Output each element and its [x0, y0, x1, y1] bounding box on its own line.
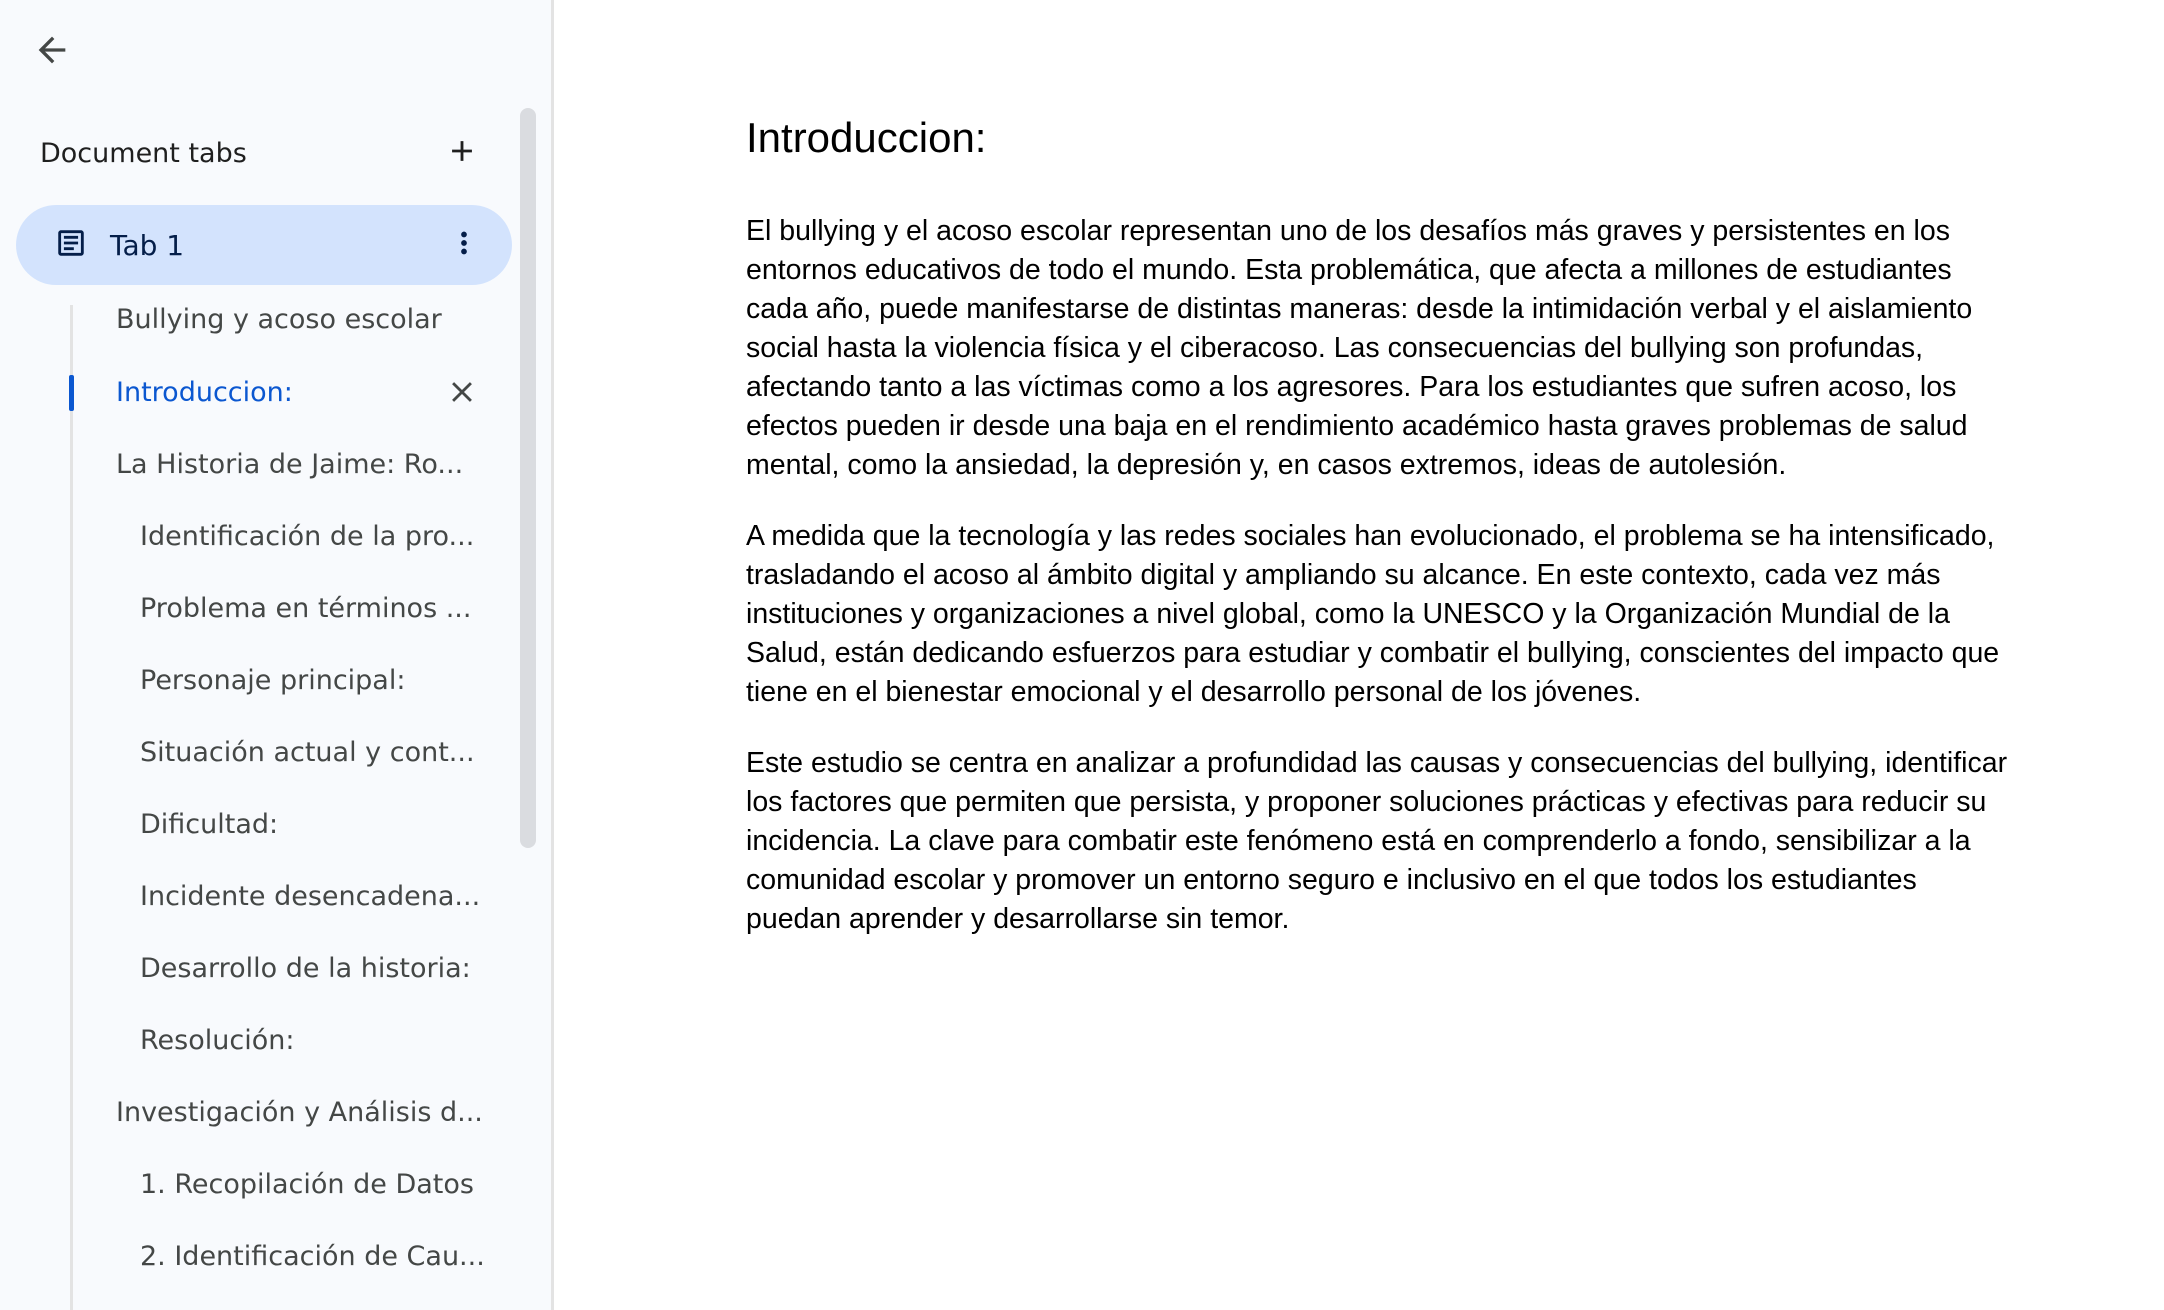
outline-item-investigacion[interactable]: Investigación y Análisis d... [116, 1092, 483, 1132]
outline-item-problema[interactable]: Problema en términos ... [140, 588, 471, 628]
outline-item-resolucion[interactable]: Resolución: [140, 1020, 294, 1060]
tab-options-button[interactable] [436, 217, 492, 273]
outline-item-bullying[interactable]: Bullying y acoso escolar [116, 299, 442, 339]
sidebar-header: Document tabs [40, 128, 490, 178]
sidebar-scrollbar[interactable] [520, 108, 536, 848]
outline-item-identificacion-causas[interactable]: 2. Identificación de Cau... [140, 1236, 485, 1276]
outline-item-desarrollo[interactable]: Desarrollo de la historia: [140, 948, 471, 988]
tab-label: Tab 1 [110, 228, 185, 262]
document-heading: Introduccion: [746, 114, 987, 161]
document-paragraph: El bullying y el acoso escolar represent… [746, 215, 1973, 481]
document-paragraph: A medida que la tecnología y las redes s… [746, 520, 2000, 708]
document-icon [54, 226, 88, 265]
outline-item-historia-jaime[interactable]: La Historia de Jaime: Ro... [116, 444, 463, 484]
document-body[interactable]: Introduccion: El bullying y el acoso esc… [746, 108, 2010, 971]
sidebar-title: Document tabs [40, 137, 247, 169]
document-paragraph: Este estudio se centra en analizar a pro… [746, 747, 2008, 935]
docs-app: Document tabs Tab 1 Bullying y acoso esc… [0, 0, 2164, 1310]
outline-item-dificultad[interactable]: Dificultad: [140, 804, 278, 844]
outline-close-button[interactable] [436, 368, 488, 420]
outline-item-identificacion[interactable]: Identificación de la pro... [140, 516, 474, 556]
outline-item-incidente[interactable]: Incidente desencadena... [140, 876, 480, 916]
outline-item-situacion[interactable]: Situación actual y cont... [140, 732, 475, 772]
tab-1[interactable]: Tab 1 [16, 205, 512, 285]
document-tabs-sidebar: Document tabs Tab 1 Bullying y acoso esc… [0, 0, 554, 1310]
outline-item-introduccion[interactable]: Introduccion: [116, 372, 293, 412]
back-button[interactable] [20, 20, 84, 84]
add-tab-button[interactable] [434, 125, 490, 181]
outline-item-personaje[interactable]: Personaje principal: [140, 660, 405, 700]
plus-icon [445, 134, 479, 173]
outline-active-indicator [69, 375, 74, 411]
outline-guide-line [70, 305, 73, 1310]
close-icon [445, 375, 479, 414]
arrow-back-icon [32, 30, 72, 75]
outline-item-recopilacion[interactable]: 1. Recopilación de Datos [140, 1164, 474, 1204]
more-vert-icon [447, 226, 481, 265]
